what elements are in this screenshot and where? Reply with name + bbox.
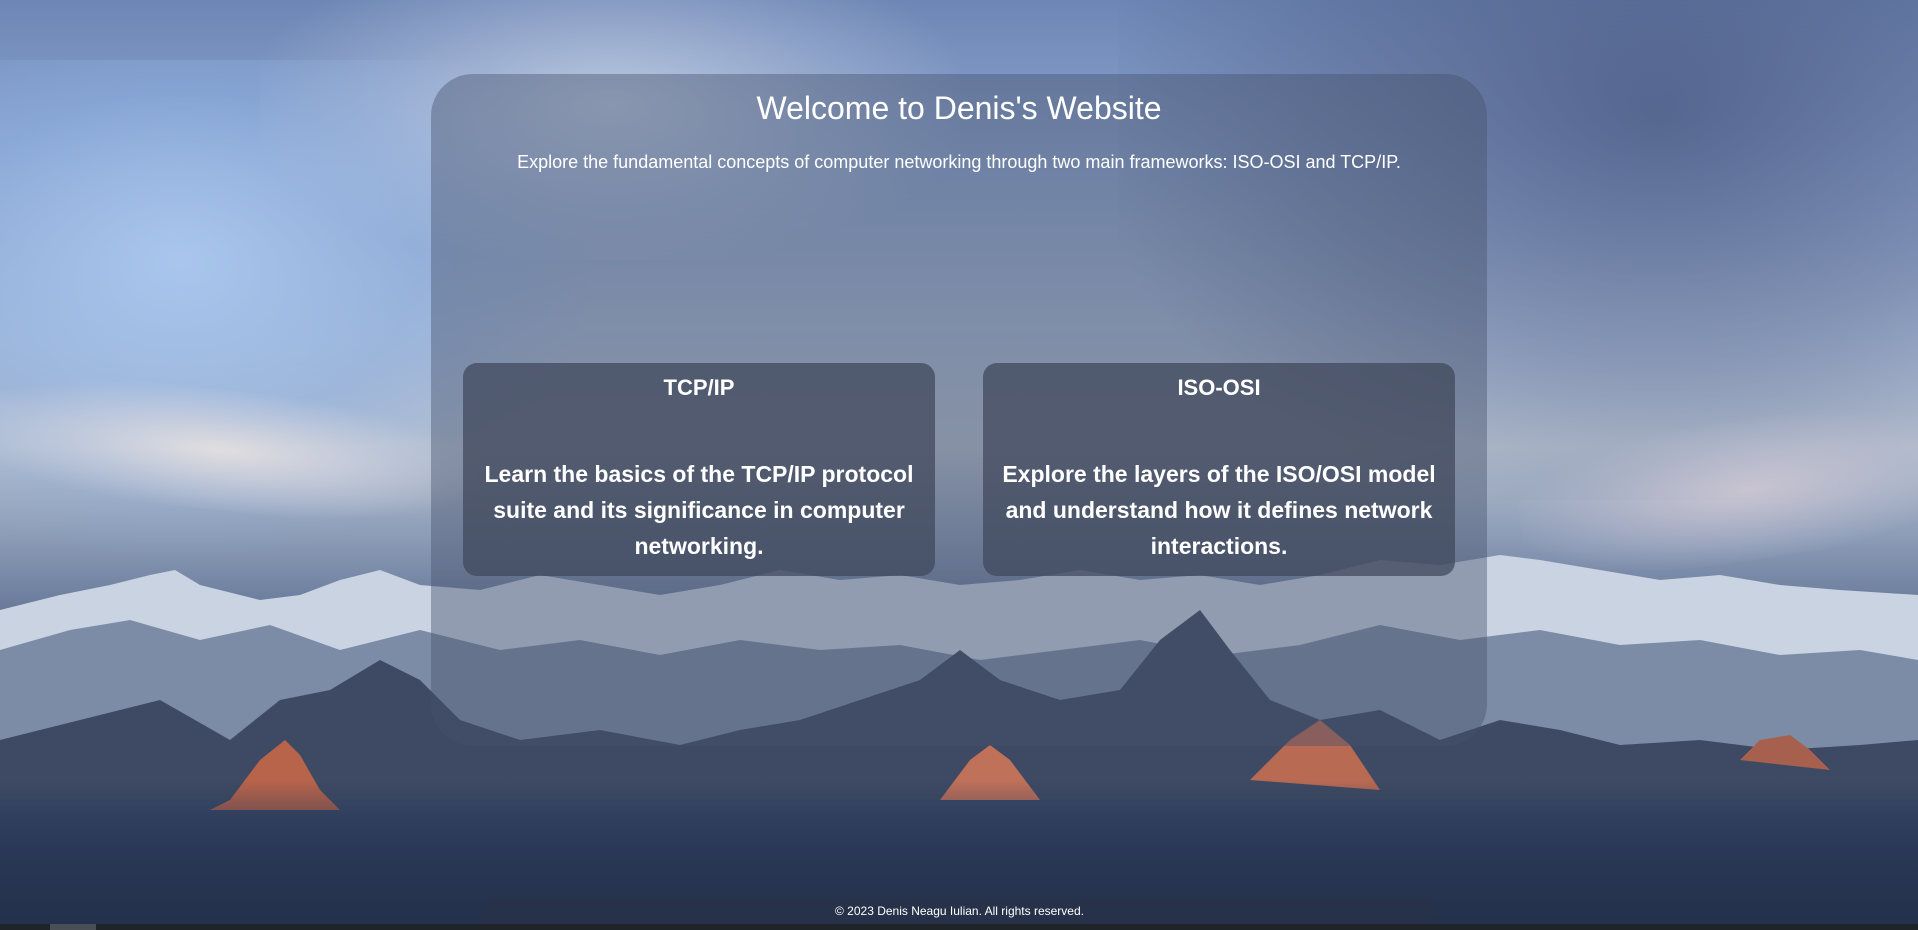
footer: © 2023 Denis Neagu Iulian. All rights re…: [482, 898, 1437, 924]
card-description: Learn the basics of the TCP/IP protocol …: [484, 461, 914, 559]
horizontal-scrollbar[interactable]: [0, 924, 1918, 930]
page-intro: Explore the fundamental concepts of comp…: [517, 152, 1401, 172]
card-tcp-ip[interactable]: TCP/IP Learn the basics of the TCP/IP pr…: [463, 363, 935, 576]
scrollbar-thumb[interactable]: [50, 924, 96, 930]
card-title: TCP/IP: [663, 375, 735, 400]
card-iso-osi[interactable]: ISO-OSI Explore the layers of the ISO/OS…: [983, 363, 1455, 576]
card-description: Explore the layers of the ISO/OSI model …: [1002, 461, 1436, 559]
card-title: ISO-OSI: [1177, 375, 1261, 400]
page-title: Welcome to Denis's Website: [756, 90, 1162, 126]
main-panel: Welcome to Denis's Website Explore the f…: [431, 74, 1487, 746]
footer-copyright: © 2023 Denis Neagu Iulian. All rights re…: [835, 904, 1084, 918]
